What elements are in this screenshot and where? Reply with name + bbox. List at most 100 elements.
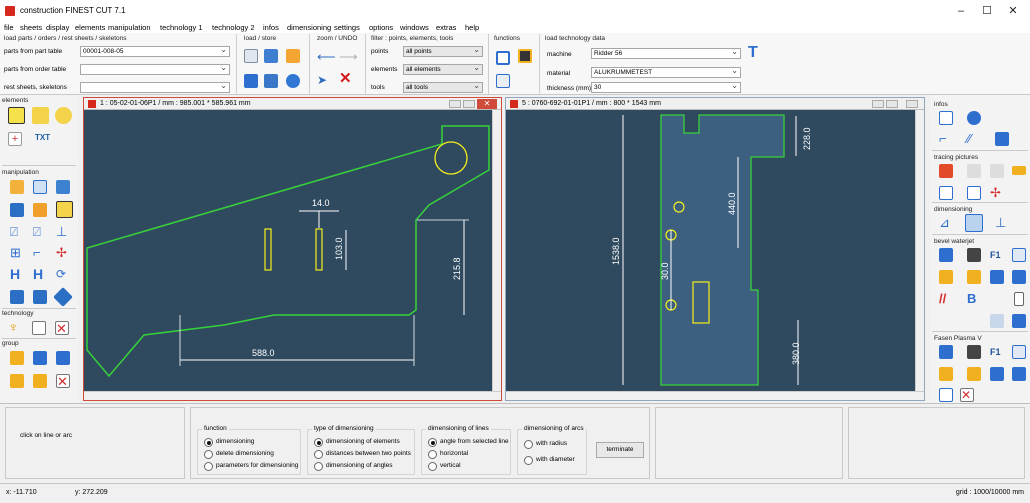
- machine-icon[interactable]: [518, 49, 532, 63]
- mirror-v-icon[interactable]: H: [33, 267, 47, 282]
- trace-scan-icon[interactable]: [967, 164, 981, 178]
- save-folder-icon[interactable]: [264, 74, 278, 88]
- menu-technology-2[interactable]: technology 2: [212, 23, 255, 32]
- diamond-icon[interactable]: [53, 287, 73, 307]
- bevel-frame-icon[interactable]: [1012, 248, 1026, 262]
- window-2-close-button[interactable]: [906, 100, 918, 108]
- compress-icon[interactable]: [33, 290, 47, 304]
- dim-element-icon[interactable]: [965, 214, 983, 232]
- window-2-maximize-button[interactable]: [886, 100, 898, 108]
- trace-cross-icon[interactable]: ✢: [990, 186, 1004, 200]
- machine-combo[interactable]: Ridder 56: [591, 48, 741, 59]
- fasen-param-icon[interactable]: [967, 345, 981, 359]
- trace-delete-icon[interactable]: [990, 164, 1004, 178]
- info-rectangle-icon[interactable]: [939, 111, 953, 125]
- window-1-vertical-scrollbar[interactable]: [492, 110, 501, 391]
- info-measure-icon[interactable]: ⌐: [939, 132, 953, 146]
- bevel-copy2-icon[interactable]: [967, 270, 981, 284]
- dim-angle-icon[interactable]: ⊿: [939, 216, 953, 230]
- refresh-icon[interactable]: [286, 74, 300, 88]
- drawing-window-2[interactable]: 5 : 0760-692-01-01P1 / mm : 800 * 1543 m…: [505, 97, 925, 401]
- rotate-copy-icon[interactable]: [33, 180, 47, 194]
- redo-arrow-icon[interactable]: ⟶: [339, 50, 358, 65]
- refresh-view-icon[interactable]: [496, 51, 510, 65]
- material-combo[interactable]: ALUKRUMMETEST: [591, 67, 741, 78]
- bevel-slash-icon[interactable]: //: [939, 292, 953, 306]
- radio-horizontal[interactable]: horizontal: [428, 450, 468, 459]
- elements-filter-combo[interactable]: all elements: [403, 64, 483, 75]
- fasen-delete-icon[interactable]: ✕: [960, 388, 974, 402]
- bevel-copy-icon[interactable]: [939, 270, 953, 284]
- menu-sheets[interactable]: sheets: [20, 23, 42, 32]
- menu-technology-1[interactable]: technology 1: [160, 23, 203, 32]
- radio-parameters-dimensioning[interactable]: parameters for dimensioning: [204, 462, 298, 471]
- info-circle-icon[interactable]: [967, 111, 981, 125]
- group-delete-icon[interactable]: ✕: [56, 374, 70, 388]
- menu-help[interactable]: help: [465, 23, 479, 32]
- parts-from-order-table-combo[interactable]: [80, 64, 230, 75]
- chart-function-icon[interactable]: [496, 74, 510, 88]
- explode-icon[interactable]: ✢: [56, 246, 70, 260]
- dxf-import-icon[interactable]: [286, 49, 300, 63]
- bevel-bracket-icon[interactable]: [1014, 292, 1024, 306]
- stretch-icon[interactable]: [10, 290, 24, 304]
- bridge-icon[interactable]: [32, 321, 46, 335]
- add-element-icon[interactable]: +: [8, 132, 22, 146]
- trim-icon[interactable]: ⍁: [10, 225, 24, 239]
- mirror-copy-icon[interactable]: [56, 180, 70, 194]
- radio-vertical[interactable]: vertical: [428, 462, 461, 471]
- window-1-horizontal-scrollbar[interactable]: [84, 391, 501, 400]
- points-filter-combo[interactable]: all points: [403, 46, 483, 57]
- fasen-add-icon[interactable]: [939, 388, 953, 402]
- bevel-f1-icon[interactable]: F1: [990, 248, 1004, 262]
- window-2-horizontal-scrollbar[interactable]: [506, 391, 924, 400]
- menu-display[interactable]: display: [46, 23, 69, 32]
- group-move-icon[interactable]: [56, 351, 70, 365]
- copy-folder-icon[interactable]: [10, 180, 24, 194]
- radio-angle-line[interactable]: angle from selected line: [428, 438, 509, 447]
- fasen-table-icon[interactable]: [990, 367, 1004, 381]
- fillet-icon[interactable]: [56, 201, 73, 218]
- fasen-edit-icon[interactable]: [939, 345, 953, 359]
- window-1-canvas[interactable]: 14.0 103.0 215.8 588.0: [84, 110, 492, 393]
- radio-elements[interactable]: dimensioning of elements: [314, 438, 400, 447]
- window-1-close-button[interactable]: ✕: [477, 99, 497, 109]
- info-part-icon[interactable]: [995, 132, 1009, 146]
- arc-element-icon[interactable]: [55, 107, 72, 124]
- trace-frame-icon[interactable]: [939, 186, 953, 200]
- menu-extras[interactable]: extras: [436, 23, 456, 32]
- menu-elements[interactable]: elements: [75, 23, 105, 32]
- drawing-window-1[interactable]: 1 : 05-02-01-06P1 / mm : 985.001 * 585.9…: [83, 97, 502, 401]
- info-line-icon[interactable]: ⁄⁄: [967, 132, 981, 146]
- extend-icon[interactable]: ⍁: [33, 225, 47, 239]
- trace-edit-icon[interactable]: [967, 186, 981, 200]
- tool-icon[interactable]: ♆: [8, 320, 22, 335]
- trace-ruler-icon[interactable]: [1012, 166, 1026, 175]
- group-add-icon[interactable]: [10, 351, 24, 365]
- fasen-frame-icon[interactable]: [1012, 345, 1026, 359]
- radio-two-points[interactable]: distances between two points: [314, 450, 411, 459]
- window-1-maximize-button[interactable]: [463, 100, 475, 108]
- menu-file[interactable]: file: [4, 23, 14, 32]
- text-element-icon[interactable]: TXT: [35, 133, 50, 142]
- radio-angles[interactable]: dimensioning of angles: [314, 462, 393, 471]
- group-copy-icon[interactable]: [10, 374, 24, 388]
- dim-line-icon[interactable]: ⊥: [995, 216, 1009, 230]
- parts-from-part-table-combo[interactable]: 00001-008-05: [80, 46, 230, 57]
- technology-t-icon[interactable]: T: [748, 45, 762, 61]
- tools-filter-combo[interactable]: all tools: [403, 82, 483, 93]
- bevel-one-icon[interactable]: [1012, 314, 1026, 328]
- terminate-button[interactable]: terminate: [596, 442, 644, 458]
- mirror-h-icon[interactable]: H: [10, 267, 24, 282]
- radio-delete-dimensioning[interactable]: delete dimensioning: [204, 450, 274, 459]
- new-sheet-icon[interactable]: [244, 49, 258, 63]
- menu-windows[interactable]: windows: [400, 23, 429, 32]
- menu-settings[interactable]: settings: [334, 23, 360, 32]
- rotate-icon[interactable]: [33, 203, 47, 217]
- group-select-icon[interactable]: [33, 351, 47, 365]
- window-2-canvas[interactable]: 228.0 440.0 1538.0 30.0 380.0: [506, 110, 916, 393]
- fasen-copy2-icon[interactable]: [967, 367, 981, 381]
- menu-dimensioning[interactable]: dimensioning: [287, 23, 331, 32]
- bevel-list-icon[interactable]: [1012, 270, 1026, 284]
- trace-picture-icon[interactable]: [939, 164, 953, 178]
